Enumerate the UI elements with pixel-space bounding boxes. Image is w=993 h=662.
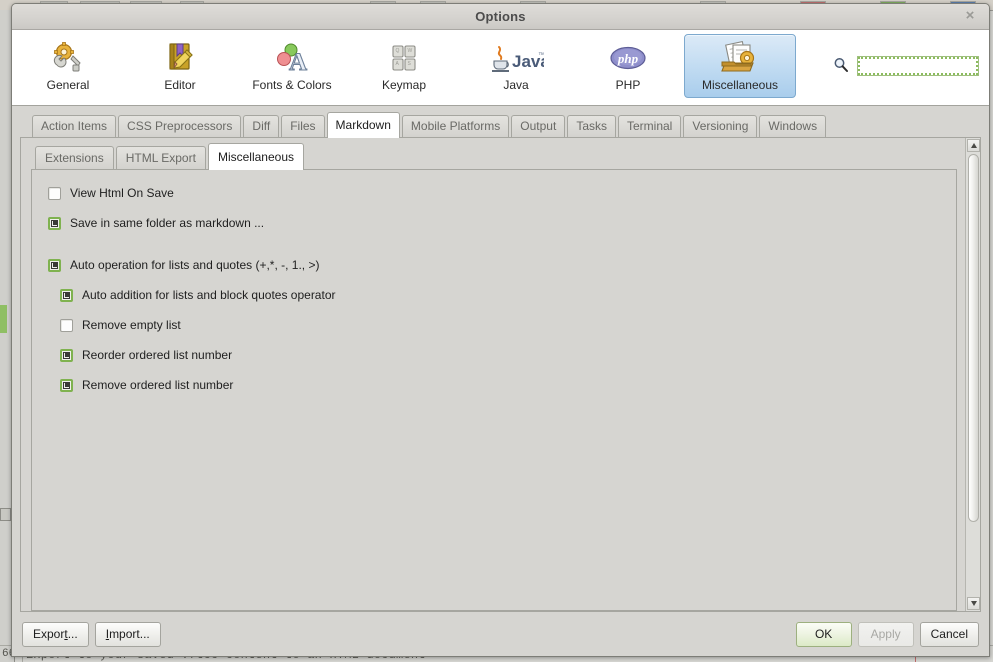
tab-windows[interactable]: Windows: [759, 115, 827, 137]
option-row-view-html-on-save[interactable]: View Html On Save: [32, 182, 956, 204]
scroll-up-arrow-icon[interactable]: [967, 139, 980, 152]
option-row-reorder-ordered-list-number[interactable]: Reorder ordered list number: [32, 344, 956, 366]
category-label: Miscellaneous: [701, 78, 779, 92]
tab-action-items[interactable]: Action Items: [32, 115, 117, 137]
tab-markdown[interactable]: Markdown: [326, 112, 400, 138]
category-button-java[interactable]: Java ™ Java: [460, 34, 572, 98]
tab-terminal[interactable]: Terminal: [618, 115, 682, 137]
category-label: PHP: [615, 78, 641, 92]
checkbox-auto-addition[interactable]: [60, 288, 73, 302]
category-button-general[interactable]: General: [12, 34, 124, 98]
php-elephant-icon: php: [608, 40, 648, 76]
svg-text:™: ™: [538, 52, 544, 59]
option-label: Save in same folder as markdown ...: [70, 216, 265, 230]
apply-button[interactable]: Apply: [857, 621, 914, 647]
category-label: Java: [503, 78, 529, 92]
option-row-remove-ordered-list-number[interactable]: Remove ordered list number: [32, 374, 956, 396]
checkbox-save-in-same-folder[interactable]: [48, 216, 61, 230]
documents-gear-icon: [721, 40, 759, 76]
export-button[interactable]: Expor t...: [22, 621, 89, 647]
gear-wrench-icon: [51, 40, 85, 76]
checkbox-reorder-ordered-list-number[interactable]: [60, 348, 73, 362]
option-row-auto-operation[interactable]: Auto operation for lists and quotes (+,*…: [32, 254, 956, 276]
footer-action-buttons: OK Apply Cancel: [795, 621, 979, 647]
tab-versioning[interactable]: Versioning: [683, 115, 758, 137]
category-button-fonts-colors[interactable]: A Fonts & Colors: [236, 34, 348, 98]
category-button-keymap[interactable]: QW AS Keymap: [348, 34, 460, 98]
option-row-save-in-same-folder[interactable]: Save in same folder as markdown ...: [32, 212, 956, 234]
dialog-footer: Expor t... Import... OK Apply Cancel: [12, 612, 989, 656]
dialog-body: Action Items CSS Preprocessors Diff File…: [12, 106, 989, 612]
dialog-title: Options: [475, 9, 526, 24]
option-label: Remove ordered list number: [82, 378, 234, 392]
background-small-marker: [0, 508, 11, 521]
checkbox-remove-empty-list[interactable]: [60, 318, 73, 332]
option-label: View Html On Save: [70, 186, 174, 200]
import-button[interactable]: Import...: [94, 621, 161, 647]
category-button-miscellaneous[interactable]: Miscellaneous: [684, 34, 796, 98]
svg-text:W: W: [408, 48, 413, 54]
category-toolbar: General Editor A Fonts & Colors Q W A S …: [12, 30, 989, 106]
tab-mobile-platforms[interactable]: Mobile Platforms: [401, 115, 510, 137]
tab-extensions[interactable]: Extensions: [35, 146, 114, 169]
option-row-remove-empty-list[interactable]: Remove empty list: [32, 314, 956, 336]
checkbox-view-html-on-save[interactable]: [48, 186, 61, 200]
category-label: Keymap: [381, 78, 427, 92]
option-label: Reorder ordered list number: [82, 348, 233, 362]
ok-button[interactable]: OK: [795, 621, 852, 647]
svg-text:A: A: [289, 49, 307, 75]
checkbox-auto-operation[interactable]: [48, 258, 61, 272]
vertical-scrollbar[interactable]: [965, 138, 980, 611]
tab-tasks[interactable]: Tasks: [567, 115, 616, 137]
tab-diff[interactable]: Diff: [243, 115, 280, 137]
category-button-php[interactable]: php PHP: [572, 34, 684, 98]
options-dialog: Options × General Editor A Fonts & Color…: [11, 3, 990, 657]
dialog-titlebar: Options ×: [12, 4, 989, 30]
svg-text:Q: Q: [396, 48, 400, 54]
background-green-marker: [0, 305, 7, 333]
search-input[interactable]: [857, 56, 979, 76]
category-button-editor[interactable]: Editor: [124, 34, 236, 98]
keyboard-keys-icon: QW AS: [387, 40, 421, 76]
cancel-button[interactable]: Cancel: [919, 621, 979, 647]
option-label: Remove empty list: [82, 318, 181, 332]
option-label: Auto operation for lists and quotes (+,*…: [70, 258, 320, 272]
option-row-auto-addition[interactable]: Auto addition for lists and block quotes…: [32, 284, 956, 306]
svg-text:php: php: [617, 51, 639, 66]
category-label: General: [46, 78, 90, 92]
checkbox-remove-ordered-list-number[interactable]: [60, 378, 73, 392]
tab-output[interactable]: Output: [511, 115, 566, 137]
tab-files[interactable]: Files: [281, 115, 325, 137]
option-label: Auto addition for lists and block quotes…: [82, 288, 336, 302]
outer-tab-strip: Action Items CSS Preprocessors Diff File…: [20, 112, 981, 138]
notebook-pencil-icon: [163, 40, 197, 76]
category-label: Fonts & Colors: [252, 78, 332, 92]
search-icon: [833, 57, 849, 76]
outer-tab-panel: Extensions HTML Export Miscellaneous Vie…: [20, 137, 981, 612]
close-icon[interactable]: ×: [961, 7, 979, 25]
inner-tab-strip: Extensions HTML Export Miscellaneous: [31, 143, 965, 170]
tab-css-preprocessors[interactable]: CSS Preprocessors: [118, 115, 242, 137]
scrollbar-thumb[interactable]: [968, 154, 979, 522]
scroll-down-arrow-icon[interactable]: [967, 597, 980, 610]
category-label: Editor: [164, 78, 196, 92]
export-label-pre: Expor: [33, 627, 65, 641]
settings-panel: View Html On Save Save in same folder as…: [31, 169, 957, 611]
markdown-panel: Extensions HTML Export Miscellaneous Vie…: [21, 138, 965, 611]
tab-miscellaneous[interactable]: Miscellaneous: [207, 143, 304, 170]
java-coffee-icon: Java ™: [488, 40, 544, 76]
import-label-post: mport...: [109, 627, 150, 641]
font-palette-icon: A: [275, 40, 309, 76]
search-area: [833, 56, 979, 76]
export-label-post: ...: [67, 627, 78, 641]
tab-html-export[interactable]: HTML Export: [115, 146, 206, 169]
